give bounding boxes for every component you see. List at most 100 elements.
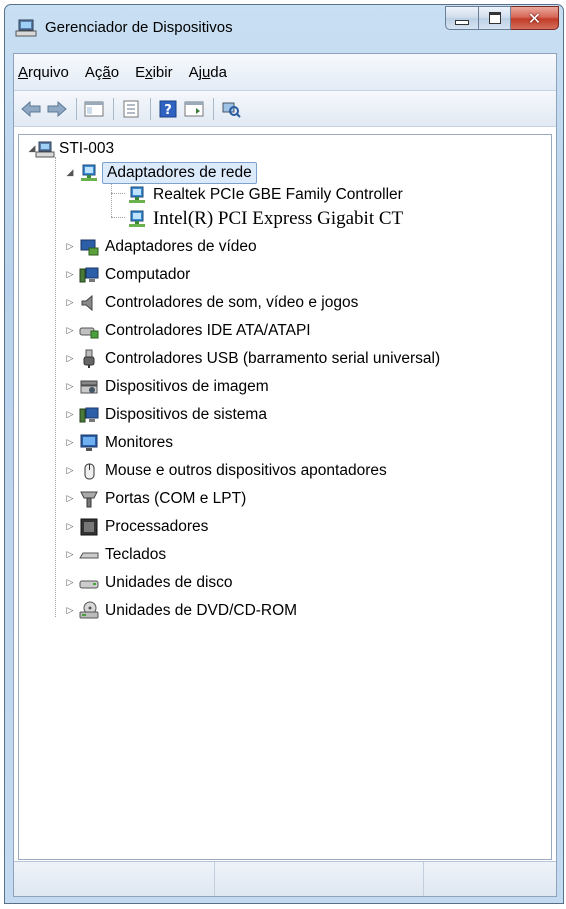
maximize-button[interactable] (479, 6, 511, 30)
monitor-icon (80, 434, 98, 451)
network-adapter-icon (129, 186, 145, 203)
tree-node-label: Dispositivos de imagem (105, 378, 269, 395)
tree-node-label: Portas (COM e LPT) (105, 490, 247, 507)
tree-node-category[interactable]: ▷ Adaptadores de vídeo (67, 235, 257, 259)
expand-arrow-icon[interactable]: ▷ (65, 606, 75, 616)
status-cell (14, 862, 215, 896)
menu-ajuda-text-a: Aj (188, 63, 202, 81)
expand-arrow-icon[interactable]: ▷ (65, 438, 75, 448)
menu-acao-text-a: Aç (84, 63, 103, 81)
close-button[interactable]: ✕ (511, 6, 559, 30)
menu-acao-accesskey: ã (102, 63, 111, 81)
tree-node-category[interactable]: ▷ Mouse e outros dispositivos apontadore… (67, 459, 387, 483)
tree-node-category[interactable]: ▷ Controladores de som, vídeo e jogos (67, 291, 359, 315)
menu-exibir-text-b: ibir (152, 63, 173, 81)
console-tree-icon (84, 101, 104, 116)
expand-arrow-icon[interactable]: ▷ (65, 410, 75, 420)
tree-node-category[interactable]: ▷ Portas (COM e LPT) (67, 487, 247, 511)
tree-node-category[interactable]: ▷ Controladores USB (barramento serial u… (67, 347, 440, 371)
help-button[interactable]: ? (157, 98, 179, 120)
imaging-device-icon (80, 380, 98, 394)
tree-node-label: Computador (105, 266, 191, 283)
menu-exibir-text-a: E (135, 63, 146, 81)
tree-node-label: Controladores IDE ATA/ATAPI (105, 322, 311, 339)
expand-arrow-icon[interactable]: ▷ (65, 270, 75, 280)
tree-node-network-adapters[interactable]: ◢ Adaptadores de rede (67, 161, 257, 185)
computer-icon (79, 267, 99, 283)
caption-buttons: ✕ (445, 6, 559, 32)
properties-button[interactable] (120, 98, 142, 120)
menu-arquivo-accesskey: A (18, 63, 29, 81)
expand-arrow-icon[interactable]: ▷ (65, 354, 75, 364)
tree-node-label: Controladores de som, vídeo e jogos (105, 294, 359, 311)
tree-node-root[interactable]: ◢ STI-003 (29, 137, 115, 161)
minimize-icon (455, 19, 469, 25)
toolbar-separator (213, 97, 214, 120)
status-cell (424, 862, 556, 896)
tree-node-category[interactable]: ▷ Teclados (67, 543, 167, 567)
expand-arrow-icon[interactable]: ▷ (65, 298, 75, 308)
menu-ajuda[interactable]: Ajuda (181, 64, 235, 81)
network-adapter-icon (81, 164, 97, 181)
action-pane-button[interactable] (183, 98, 205, 120)
tree-node-intel-adapter[interactable]: Intel(R) PCI Express Gigabit CT (127, 207, 403, 231)
tree-node-category[interactable]: ▷ Controladores IDE ATA/ATAPI (67, 319, 311, 343)
svg-text:?: ? (164, 103, 172, 118)
back-arrow-icon (21, 100, 41, 117)
tree-node-label: STI-003 (59, 140, 115, 157)
tree-node-category[interactable]: ▷ Computador (67, 263, 191, 287)
ide-controller-icon (79, 327, 99, 339)
expand-arrow-icon[interactable]: ▷ (65, 326, 75, 336)
tree-node-category[interactable]: ▷ Unidades de disco (67, 571, 233, 595)
usb-controller-icon (83, 349, 95, 368)
maximize-icon (488, 12, 501, 24)
expand-arrow-icon[interactable]: ▷ (65, 466, 75, 476)
menu-bar: Arquivo Ação Exibir Ajuda (14, 54, 556, 91)
tree-node-category[interactable]: ▷ Processadores (67, 515, 208, 539)
tree-node-label: Intel(R) PCI Express Gigabit CT (153, 208, 404, 229)
tree-node-category[interactable]: ▷ Unidades de DVD/CD-ROM (67, 599, 298, 623)
tree-node-label: Dispositivos de sistema (105, 406, 267, 423)
keyboard-icon (79, 552, 99, 559)
tree-node-label: Adaptadores de vídeo (105, 238, 257, 255)
toolbar-separator (76, 97, 77, 120)
scan-hardware-changes-button[interactable] (220, 98, 242, 120)
minimize-button[interactable] (445, 6, 479, 30)
status-cell (215, 862, 424, 896)
expand-arrow-icon[interactable]: ▷ (65, 578, 75, 588)
disk-drive-icon (79, 580, 99, 589)
window-title: Gerenciador de Dispositivos (45, 19, 233, 36)
speaker-icon (81, 294, 93, 312)
device-tree[interactable]: ◢ STI-003 ◢ Adaptadores de rede Realtek … (18, 134, 552, 860)
expand-arrow-icon[interactable]: ▷ (65, 494, 75, 504)
tree-node-label: Unidades de DVD/CD-ROM (105, 602, 298, 619)
expand-arrow-icon[interactable]: ▷ (65, 550, 75, 560)
collapse-arrow-icon[interactable]: ◢ (27, 144, 37, 154)
tree-node-category[interactable]: ▷ Monitores (67, 431, 173, 455)
expand-arrow-icon[interactable]: ▷ (65, 522, 75, 532)
collapse-arrow-icon[interactable]: ◢ (65, 168, 75, 178)
device-manager-window: Gerenciador de Dispositivos ✕ Arquivo Aç… (4, 4, 564, 904)
dvd-drive-icon (79, 601, 99, 619)
back-button[interactable] (20, 98, 42, 120)
tree-node-category[interactable]: ▷ Dispositivos de imagem (67, 375, 269, 399)
tree-node-category[interactable]: ▷ Dispositivos de sistema (67, 403, 267, 427)
show-hide-console-tree-button[interactable] (83, 98, 105, 120)
menu-exibir[interactable]: Exibir (127, 64, 181, 81)
menu-acao[interactable]: Ação (77, 64, 127, 81)
menu-arquivo[interactable]: Arquivo (14, 64, 77, 81)
expand-arrow-icon[interactable]: ▷ (65, 242, 75, 252)
expand-arrow-icon[interactable]: ▷ (65, 382, 75, 392)
forward-button[interactable] (46, 98, 68, 120)
status-bar (14, 861, 556, 896)
tree-node-label: Realtek PCIe GBE Family Controller (153, 186, 403, 203)
forward-arrow-icon (47, 100, 67, 117)
tree-node-realtek-adapter[interactable]: Realtek PCIe GBE Family Controller (127, 183, 403, 207)
toolbar: ? (14, 91, 556, 127)
computer-icon (15, 19, 37, 37)
title-bar[interactable]: Gerenciador de Dispositivos ✕ (5, 5, 563, 53)
menu-exibir-accesskey: x (145, 63, 153, 81)
menu-arquivo-text-b: rquivo (28, 63, 69, 81)
processor-icon (80, 518, 98, 536)
menu-acao-text-b: o (110, 63, 120, 81)
